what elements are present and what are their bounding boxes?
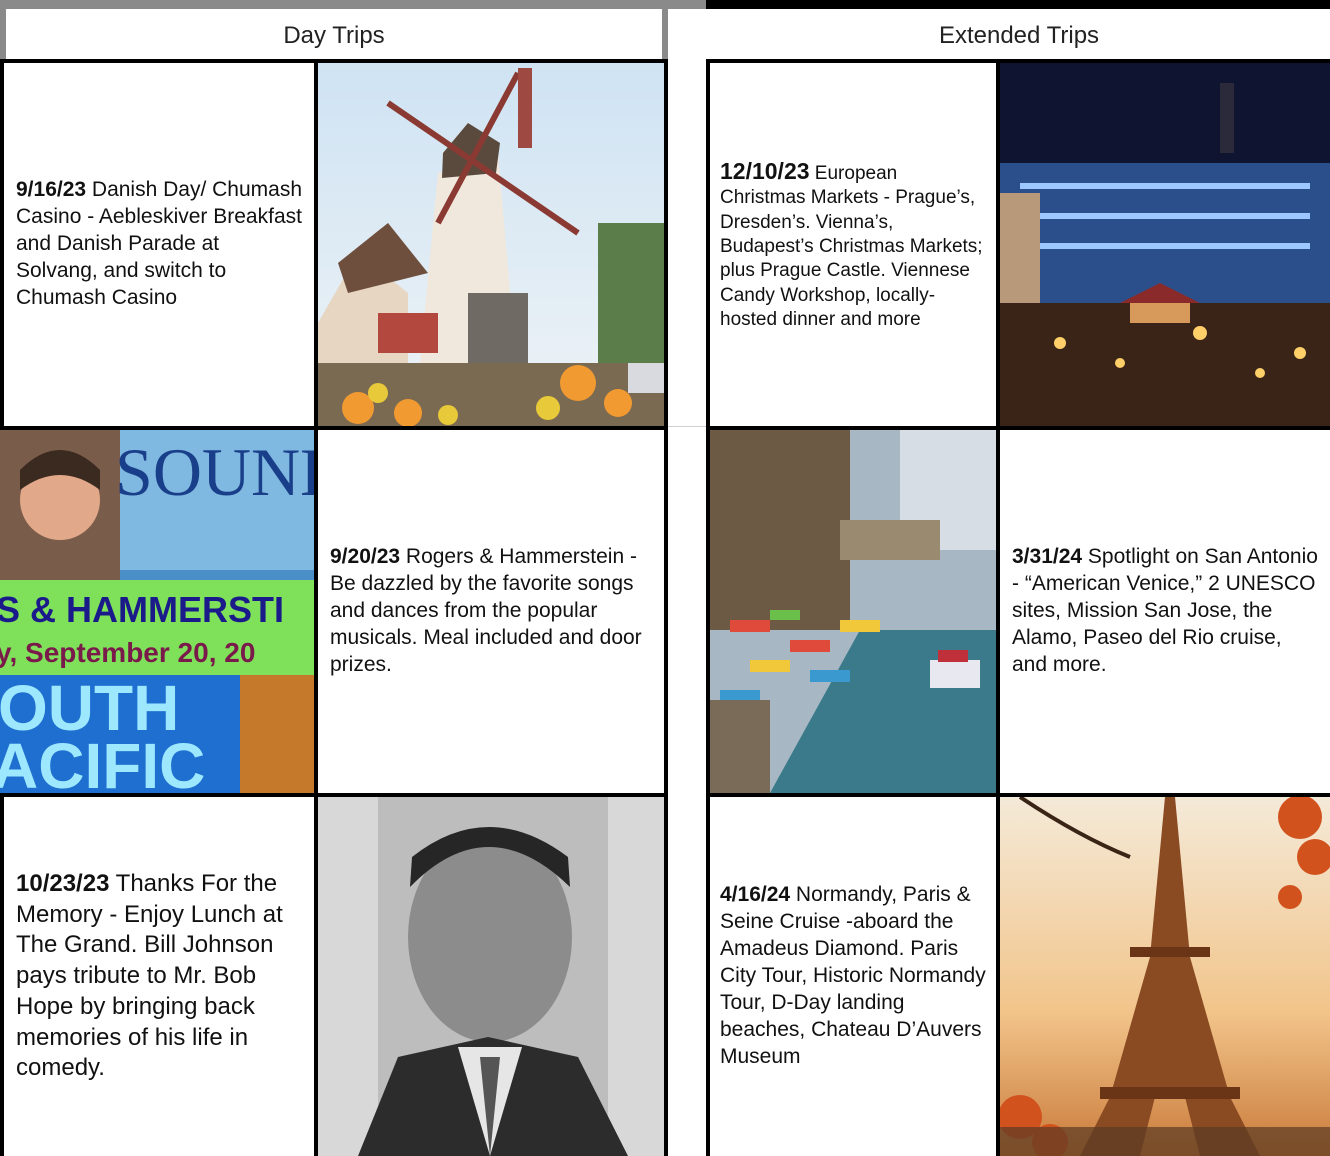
- day-trips-header-label: Day Trips: [283, 21, 385, 49]
- extended-trip-3-date: 4/16/24: [720, 883, 791, 907]
- extended-trip-1-description: 12/10/23 European Christmas Markets - Pr…: [720, 157, 986, 332]
- extended-trip-3-text: Normandy, Paris & Seine Cruise -aboard t…: [720, 883, 986, 1068]
- day-trip-2-description: 9/20/23 Rogers & Hammerstein - Be dazzle…: [330, 544, 654, 678]
- extended-trip-1-date: 12/10/23: [720, 157, 810, 184]
- day-trip-3-text-cell: 10/23/23 Thanks For the Memory - Enjoy L…: [4, 797, 314, 1156]
- day-trip-2-date: 9/20/23: [330, 545, 401, 569]
- day-trip-1-text-cell: 9/16/23 Danish Day/ Chumash Casino - Aeb…: [4, 63, 314, 426]
- extended-trip-2-description: 3/31/24 Spotlight on San Antonio - “Amer…: [1012, 544, 1320, 678]
- poster-band-1-text: S & HAMMERSTI: [0, 589, 284, 630]
- extended-trip-3-description: 4/16/24 Normandy, Paris & Seine Cruise -…: [720, 882, 986, 1070]
- day-trip-1-description: 9/16/23 Danish Day/ Chumash Casino - Aeb…: [16, 177, 304, 311]
- day-trips-grid: 9/16/23 Danish Day/ Chumash Casino - Aeb…: [0, 59, 668, 1156]
- extended-trips-grid: 12/10/23 European Christmas Markets - Pr…: [706, 59, 1330, 1156]
- top-border-right: [706, 0, 1330, 9]
- day-trips-header: Day Trips: [6, 9, 662, 62]
- extended-trips-header: Extended Trips: [708, 9, 1330, 62]
- top-border-left: [0, 0, 706, 9]
- san-antonio-riverwalk-photo: [710, 430, 996, 793]
- day-trip-3-date: 10/23/23: [16, 869, 110, 897]
- sound-of-music-poster-collage: SOUND S & HAMMERSTI y, September 20, 20 …: [0, 430, 314, 793]
- extended-trip-3-text-cell: 4/16/24 Normandy, Paris & Seine Cruise -…: [710, 797, 996, 1156]
- extended-trip-2-text-cell: 3/31/24 Spotlight on San Antonio - “Amer…: [1000, 430, 1330, 793]
- extended-trip-2-date: 3/31/24: [1012, 545, 1083, 569]
- column-gap-line: [664, 426, 708, 427]
- day-trip-3-description: 10/23/23 Thanks For the Memory - Enjoy L…: [16, 869, 304, 1084]
- extended-trip-1-text-cell: 12/10/23 European Christmas Markets - Pr…: [710, 63, 996, 426]
- poster-title-text: SOUND: [115, 434, 314, 510]
- day-trip-1-date: 9/16/23: [16, 178, 87, 202]
- poster-bottom-2-text: ACIFIC: [0, 730, 205, 793]
- bob-hope-portrait-photo: [318, 797, 664, 1156]
- extended-trip-1-text: European Christmas Markets - Prague’s, D…: [720, 162, 983, 330]
- day-trip-2-text-cell: 9/20/23 Rogers & Hammerstein - Be dazzle…: [318, 430, 664, 793]
- day-column-right-border: [662, 0, 668, 62]
- extended-trips-header-label: Extended Trips: [938, 21, 1100, 49]
- solvang-windmill-photo: [318, 63, 664, 426]
- eiffel-tower-autumn-photo: [1000, 797, 1330, 1156]
- day-trip-3-text: Thanks For the Memory - Enjoy Lunch at T…: [16, 869, 283, 1082]
- poster-band-2-text: y, September 20, 20: [0, 637, 255, 668]
- christmas-market-night-photo: [1000, 63, 1330, 426]
